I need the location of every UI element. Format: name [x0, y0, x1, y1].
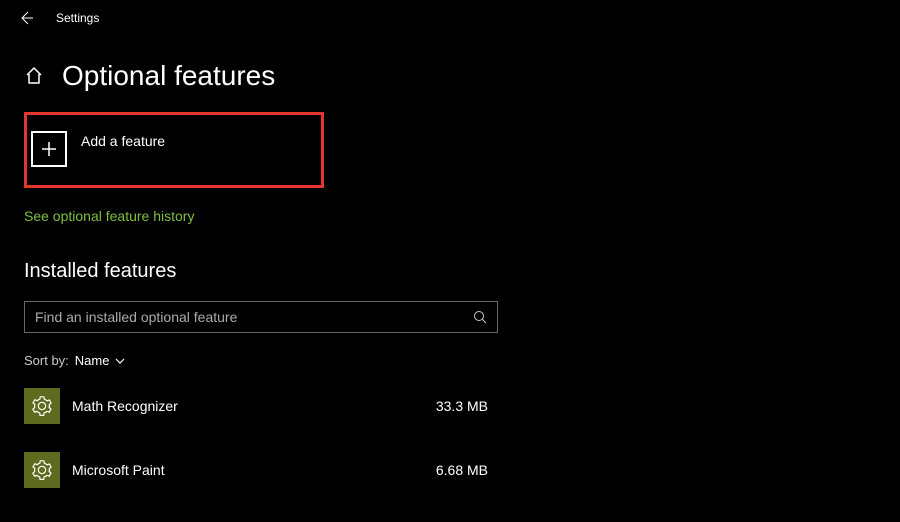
- sort-value: Name: [75, 353, 110, 368]
- back-button[interactable]: [18, 10, 34, 26]
- chevron-down-icon: [115, 358, 125, 364]
- gear-icon: [24, 452, 60, 488]
- feature-history-link[interactable]: See optional feature history: [24, 208, 194, 224]
- sort-control[interactable]: Sort by: Name: [24, 353, 876, 368]
- search-input[interactable]: [35, 309, 473, 325]
- home-icon[interactable]: [24, 66, 44, 86]
- feature-size: 33.3 MB: [436, 398, 488, 414]
- page-title: Optional features: [62, 60, 275, 92]
- add-feature-button[interactable]: Add a feature: [24, 112, 324, 188]
- feature-item[interactable]: Microsoft Paint 6.68 MB: [24, 452, 498, 488]
- window-title: Settings: [56, 11, 99, 25]
- search-icon[interactable]: [473, 310, 487, 324]
- feature-size: 6.68 MB: [436, 462, 488, 478]
- search-container[interactable]: [24, 301, 498, 333]
- gear-icon: [24, 388, 60, 424]
- plus-icon: [31, 131, 67, 167]
- add-feature-label: Add a feature: [81, 133, 165, 149]
- installed-features-heading: Installed features: [24, 260, 876, 283]
- feature-item[interactable]: Math Recognizer 33.3 MB: [24, 388, 498, 424]
- feature-name: Microsoft Paint: [72, 462, 436, 478]
- sort-label: Sort by:: [24, 353, 69, 368]
- feature-name: Math Recognizer: [72, 398, 436, 414]
